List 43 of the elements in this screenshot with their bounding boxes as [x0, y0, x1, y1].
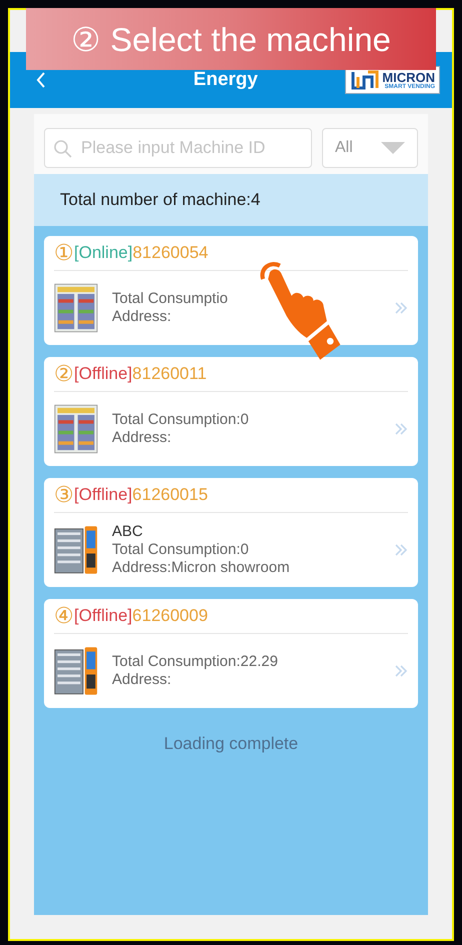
machine-name: ABC	[112, 523, 144, 541]
chevron-icon	[394, 301, 408, 315]
vending-machine-icon	[54, 525, 98, 575]
logo-name: MICRON	[382, 70, 435, 84]
machine-id: 81260011	[132, 364, 207, 384]
back-icon[interactable]	[36, 71, 46, 89]
machine-index: ③	[54, 484, 74, 506]
total-consumption: Total Consumptio	[112, 290, 229, 308]
machine-total: Total number of machine:4	[60, 190, 260, 210]
total-consumption: Total Consumption:0	[112, 411, 250, 429]
machine-card[interactable]: ①[Online]81260054 Total Consumptio Address:	[44, 236, 418, 345]
machine-index: ②	[54, 363, 74, 385]
machine-id: 61260015	[132, 485, 208, 505]
chevron-icon	[394, 543, 408, 557]
vending-machine-icon	[54, 283, 98, 333]
screen-title: Energy	[192, 69, 259, 91]
machine-id: 61260009	[132, 606, 208, 626]
machine-id: 81260054	[132, 243, 208, 263]
banner-text: ② Select the machine	[71, 20, 391, 58]
machine-status: [Online]	[74, 243, 133, 263]
vending-machine-icon	[54, 404, 98, 454]
machine-index: ①	[54, 242, 74, 264]
machine-index: ④	[54, 605, 74, 627]
vending-machine-icon	[54, 646, 98, 696]
logo-icon	[350, 69, 380, 91]
machine-address: Address:	[112, 308, 172, 326]
machine-card[interactable]: ④[Offline]61260009 Total Consumption:22.29 Address:	[44, 599, 418, 708]
machine-status: [Offline]	[74, 364, 132, 384]
machine-card[interactable]: ②[Offline]81260011 Total Consumption:0 Address:	[44, 357, 418, 466]
caret-icon	[381, 142, 405, 154]
machine-status: [Offline]	[74, 606, 132, 626]
total-consumption: Total Consumption:0	[112, 541, 250, 559]
machine-address: Address:Micron showroom	[112, 559, 291, 577]
machine-card[interactable]: ③[Offline]61260015 ABC Total Consumption:0 Address:Micron showroom	[44, 478, 418, 587]
machine-status: [Offline]	[74, 485, 132, 505]
chevron-icon	[394, 422, 408, 436]
chevron-icon	[394, 664, 408, 678]
loading-status: Loading complete	[162, 734, 300, 754]
search-icon	[53, 139, 73, 159]
total-consumption: Total Consumption:22.29	[112, 653, 279, 671]
search-field[interactable]: Please input Machine ID	[44, 128, 312, 168]
machine-address: Address:	[112, 671, 172, 689]
machine-address: Address:	[112, 429, 172, 447]
